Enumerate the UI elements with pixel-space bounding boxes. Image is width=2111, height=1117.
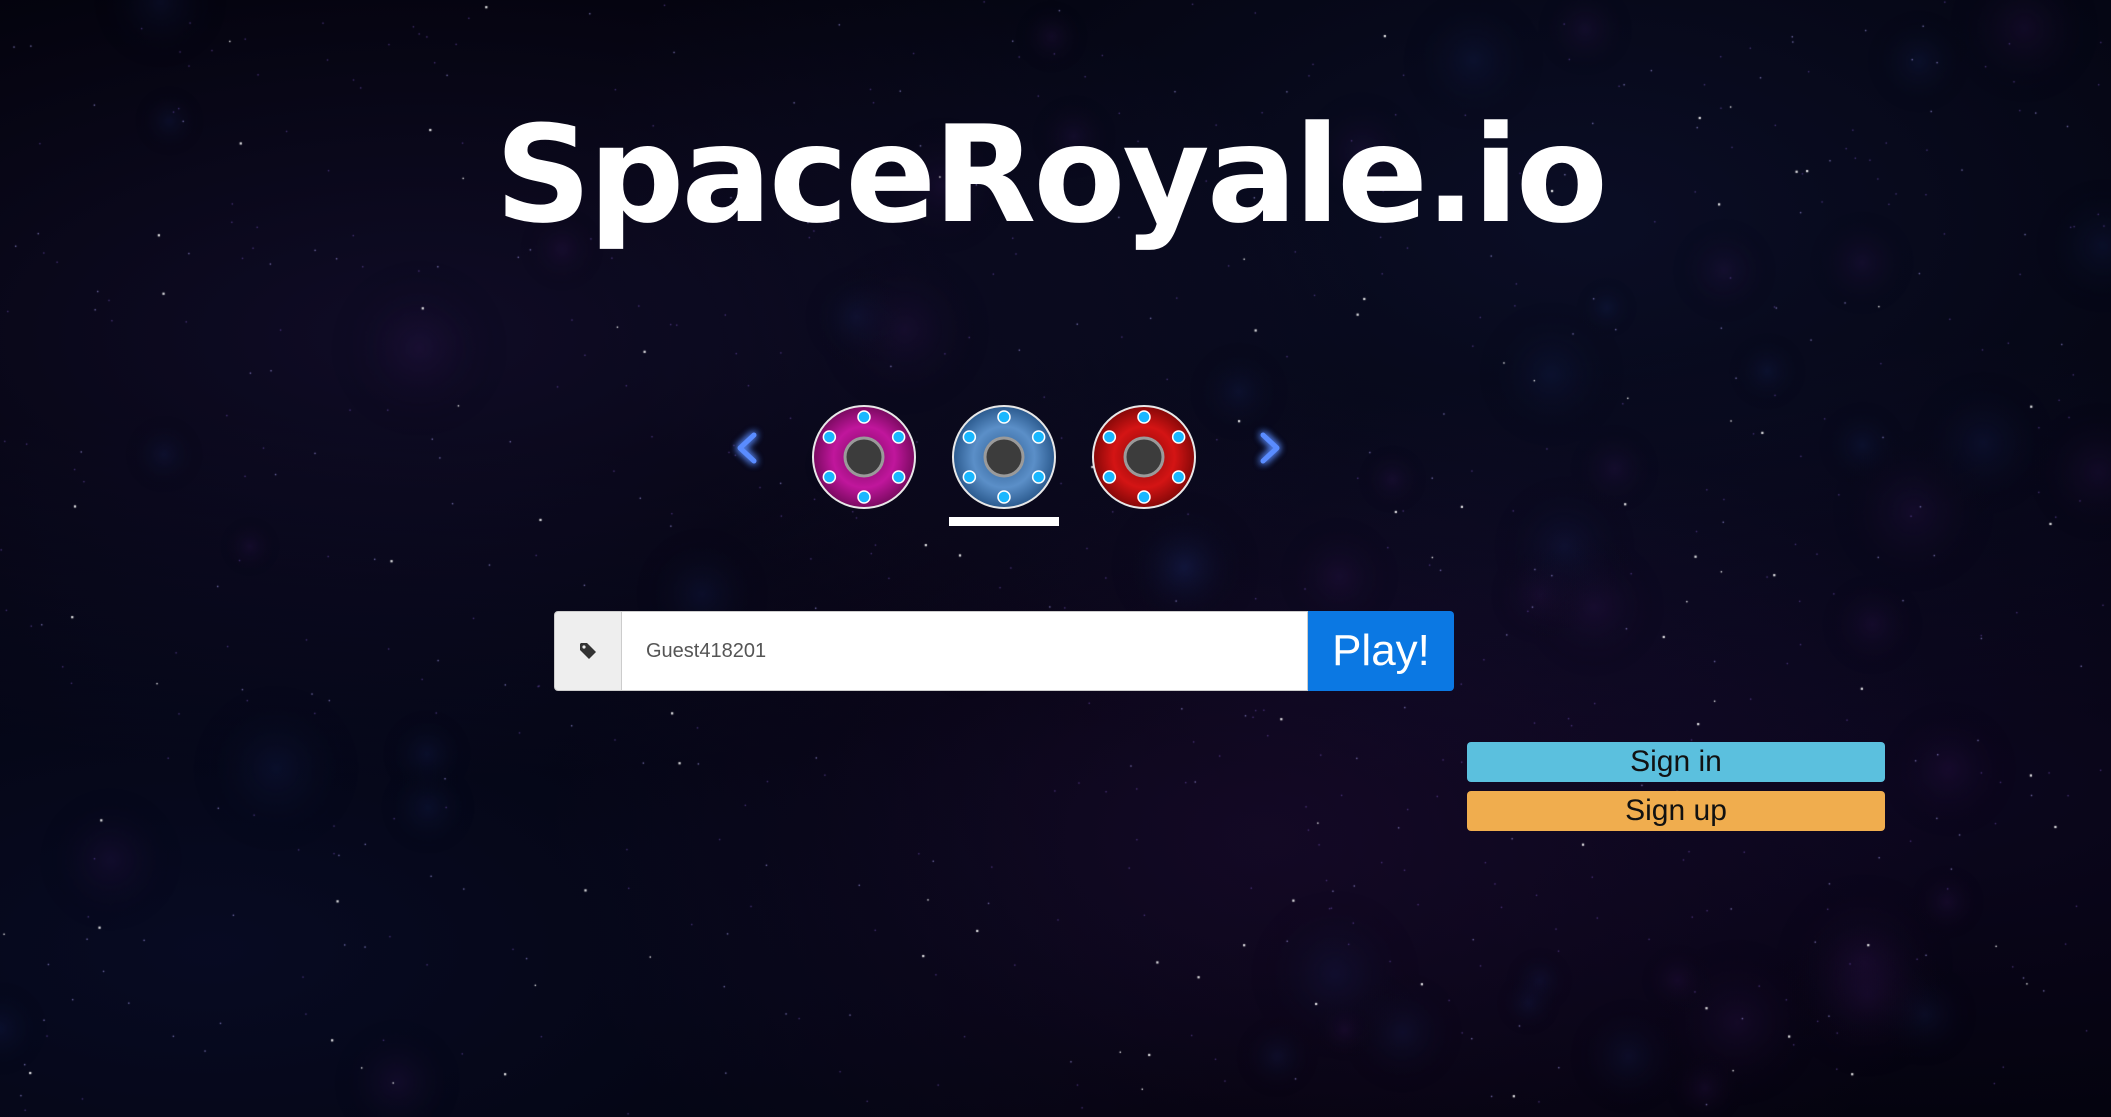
play-button[interactable]: Play! xyxy=(1308,611,1454,691)
name-addon xyxy=(554,611,622,691)
skin-option-blue[interactable] xyxy=(950,403,1058,511)
chevron-left-icon xyxy=(737,432,757,464)
game-menu-screen: SpaceRoyale.io Guest418201 Play! Sign in… xyxy=(0,0,2111,1117)
chevron-right-icon xyxy=(1260,432,1280,464)
game-title: SpaceRoyale.io xyxy=(495,97,1608,253)
next-skin-button[interactable] xyxy=(1250,423,1290,473)
ship-skin-icon xyxy=(952,405,1056,509)
prev-skin-button[interactable] xyxy=(727,423,767,473)
sign-up-button[interactable]: Sign up xyxy=(1467,791,1885,831)
nickname-input[interactable] xyxy=(622,611,1308,691)
sign-in-button[interactable]: Sign in xyxy=(1467,742,1885,782)
join-form: Play! xyxy=(554,611,1454,691)
skin-option-magenta[interactable] xyxy=(810,403,918,511)
tag-icon xyxy=(580,643,596,659)
ship-skin-icon xyxy=(1092,405,1196,509)
ship-skin-icon xyxy=(812,405,916,509)
selected-skin-indicator xyxy=(949,517,1059,526)
skin-option-red[interactable] xyxy=(1090,403,1198,511)
